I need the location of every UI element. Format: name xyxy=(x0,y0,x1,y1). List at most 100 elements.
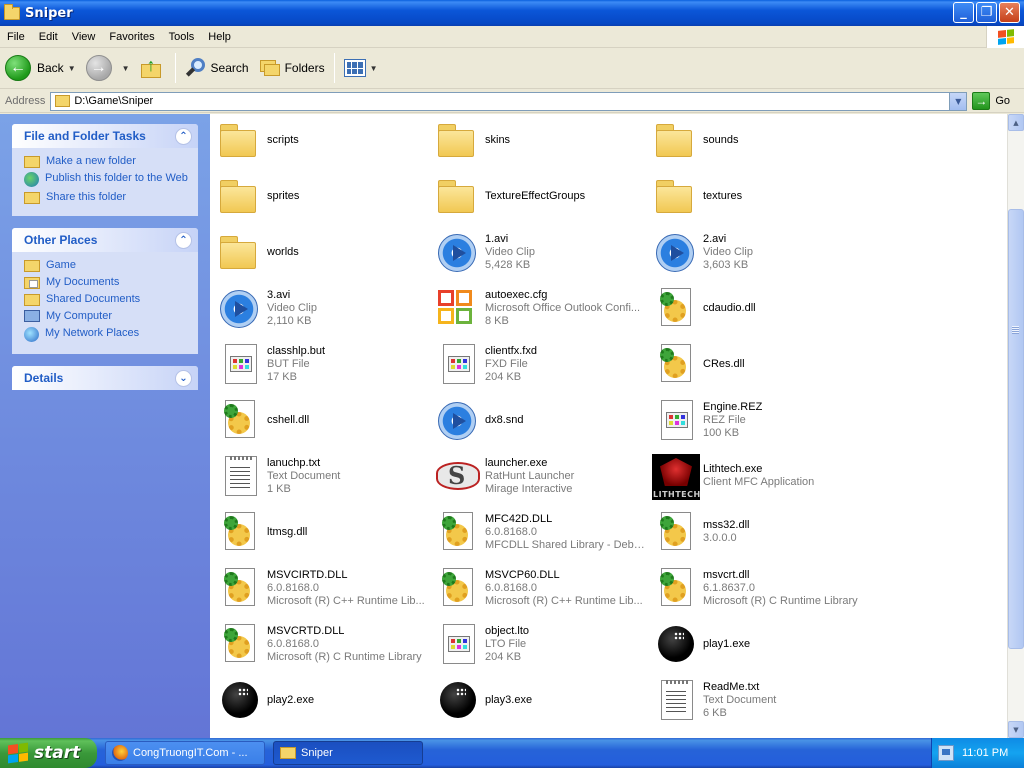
forward-dropdown-icon[interactable]: ▼ xyxy=(122,64,130,73)
file-item[interactable]: ltmsg.dll xyxy=(216,504,434,560)
tray-network-icon[interactable] xyxy=(938,745,954,761)
task-make-new-folder[interactable]: Make a new folder xyxy=(24,155,188,168)
taskbar-button-firefox[interactable]: CongTruongIT.Com - ... xyxy=(105,741,265,765)
place-my-documents[interactable]: My Documents xyxy=(24,276,188,289)
place-shared-documents[interactable]: Shared Documents xyxy=(24,293,188,306)
file-item[interactable]: 3.avi Video Clip 2,110 KB xyxy=(216,280,434,336)
file-item[interactable]: lanuchp.txt Text Document 1 KB xyxy=(216,448,434,504)
file-item[interactable]: play3.exe xyxy=(434,672,652,728)
task-label[interactable]: Share this folder xyxy=(46,191,126,204)
scroll-thumb[interactable] xyxy=(1008,209,1024,649)
file-item[interactable]: cdaudio.dll xyxy=(652,280,870,336)
place-game[interactable]: Game xyxy=(24,259,188,272)
file-item[interactable]: msvcrt.dll 6.1.8637.0 Microsoft (R) C Runt… xyxy=(652,560,870,616)
task-share-folder[interactable]: Share this folder xyxy=(24,191,188,204)
taskbar-button-sniper[interactable]: Sniper xyxy=(273,741,423,765)
folders-button[interactable]: Folders xyxy=(254,51,330,85)
file-item[interactable]: skins xyxy=(434,114,652,168)
views-button[interactable]: ▼ xyxy=(339,51,383,85)
file-item[interactable]: MFC42D.DLL 6.0.8168.0 MFCDLL Shared Librar… xyxy=(434,504,652,560)
menu-view[interactable]: View xyxy=(65,31,103,43)
file-item[interactable]: Slauncher.exe RatHunt Launcher Mirage Inte… xyxy=(434,448,652,504)
file-item[interactable]: scripts xyxy=(216,114,434,168)
start-button[interactable]: start xyxy=(0,738,97,768)
search-button[interactable]: Search xyxy=(180,51,254,85)
file-item-text: 1.avi Video Clip 5,428 KB xyxy=(485,233,647,272)
details-header[interactable]: Details ⌄ xyxy=(12,366,198,390)
file-item[interactable]: object.lto LTO File 204 KB xyxy=(434,616,652,672)
back-button[interactable]: ← Back ▼ xyxy=(0,51,81,85)
collapse-chevron-icon[interactable]: ⌃ xyxy=(175,231,192,249)
file-item[interactable]: TextureEffectGroups xyxy=(434,168,652,224)
menu-file[interactable]: File xyxy=(0,31,32,43)
file-item[interactable]: classhlp.but BUT File 17 KB xyxy=(216,336,434,392)
taskbar-button-label: Sniper xyxy=(301,747,333,759)
scroll-down-button[interactable]: ▼ xyxy=(1008,721,1024,738)
place-label[interactable]: My Network Places xyxy=(45,327,139,340)
file-item[interactable]: dx8.snd xyxy=(434,392,652,448)
file-item[interactable]: worlds xyxy=(216,224,434,280)
menu-favorites[interactable]: Favorites xyxy=(102,31,161,43)
file-item[interactable]: textures xyxy=(652,168,870,224)
minimize-button[interactable]: _ xyxy=(953,2,974,23)
file-item[interactable]: LITHTECH Lithtech.exe Client MFC Applicati… xyxy=(652,448,870,504)
file-item[interactable]: 1.avi Video Clip 5,428 KB xyxy=(434,224,652,280)
file-item[interactable]: play2.exe xyxy=(216,672,434,728)
forward-button[interactable]: → ▼ xyxy=(81,51,135,85)
place-label[interactable]: My Documents xyxy=(46,276,119,289)
menu-edit[interactable]: Edit xyxy=(32,31,65,43)
file-item[interactable]: 2.avi Video Clip 3,603 KB xyxy=(652,224,870,280)
place-my-network-places[interactable]: My Network Places xyxy=(24,327,188,342)
task-label[interactable]: Make a new folder xyxy=(46,155,136,168)
file-item-text: textures xyxy=(703,190,865,203)
folder-icon xyxy=(434,172,482,220)
place-label[interactable]: Game xyxy=(46,259,76,272)
file-folder-tasks-header[interactable]: File and Folder Tasks ⌃ xyxy=(12,124,198,148)
address-dropdown-icon[interactable]: ▼ xyxy=(949,92,967,110)
file-item[interactable]: MSVCRTD.DLL 6.0.8168.0 Microsoft (R) C Run… xyxy=(216,616,434,672)
place-my-computer[interactable]: My Computer xyxy=(24,310,188,323)
menu-help[interactable]: Help xyxy=(201,31,238,43)
address-input[interactable]: D:\Game\Sniper ▼ xyxy=(50,91,968,111)
file-item[interactable]: autoexec.cfg Microsoft Office Outlook Con… xyxy=(434,280,652,336)
bomb-app-icon xyxy=(216,676,264,724)
collapse-chevron-icon[interactable]: ⌃ xyxy=(175,127,192,145)
folder-icon xyxy=(434,116,482,164)
place-label[interactable]: My Computer xyxy=(46,310,112,323)
up-button[interactable]: ↑ xyxy=(135,51,171,85)
file-type: RatHunt Launcher xyxy=(485,469,575,482)
restore-button[interactable]: ❐ xyxy=(976,2,997,23)
file-item[interactable]: sprites xyxy=(216,168,434,224)
address-path[interactable]: D:\Game\Sniper xyxy=(74,95,153,107)
file-item[interactable]: sounds xyxy=(652,114,870,168)
place-label[interactable]: Shared Documents xyxy=(46,293,140,306)
file-type: LTO File xyxy=(485,637,527,650)
file-item[interactable]: mss32.dll 3.0.0.0 xyxy=(652,504,870,560)
scroll-up-button[interactable]: ▲ xyxy=(1008,114,1024,131)
generic-file-icon xyxy=(434,340,482,388)
dll-file-icon xyxy=(652,284,700,332)
file-list-view[interactable]: scripts skins sounds sprites TextureEffectGr… xyxy=(210,114,1007,738)
file-item[interactable]: clientfx.fxd FXD File 204 KB xyxy=(434,336,652,392)
vertical-scrollbar[interactable]: ▲ ▼ xyxy=(1007,114,1024,738)
file-item[interactable]: MSVCIRTD.DLL 6.0.8168.0 Microsoft (R) C++ … xyxy=(216,560,434,616)
clock[interactable]: 11:01 PM xyxy=(962,747,1008,759)
file-item[interactable]: cshell.dll xyxy=(216,392,434,448)
title-bar[interactable]: Sniper _ ❐ ✕ xyxy=(0,0,1024,26)
file-item[interactable]: play1.exe xyxy=(652,616,870,672)
other-places-header[interactable]: Other Places ⌃ xyxy=(12,228,198,252)
file-name: 1.avi xyxy=(485,232,509,245)
menu-tools[interactable]: Tools xyxy=(162,31,202,43)
panel-title: Details xyxy=(24,371,64,385)
file-item[interactable]: ReadMe.txt Text Document 6 KB xyxy=(652,672,870,728)
go-button[interactable]: → Go xyxy=(972,92,1010,110)
close-button[interactable]: ✕ xyxy=(999,2,1020,23)
task-label[interactable]: Publish this folder to the Web xyxy=(45,172,188,185)
file-item[interactable]: Engine.REZ REZ File 100 KB xyxy=(652,392,870,448)
back-dropdown-icon[interactable]: ▼ xyxy=(68,64,76,73)
panel-title: Other Places xyxy=(24,233,98,247)
file-item[interactable]: CRes.dll xyxy=(652,336,870,392)
file-item[interactable]: MSVCP60.DLL 6.0.8168.0 Microsoft (R) C++ R… xyxy=(434,560,652,616)
task-publish-folder[interactable]: Publish this folder to the Web xyxy=(24,172,188,187)
expand-chevron-icon[interactable]: ⌄ xyxy=(175,369,192,387)
